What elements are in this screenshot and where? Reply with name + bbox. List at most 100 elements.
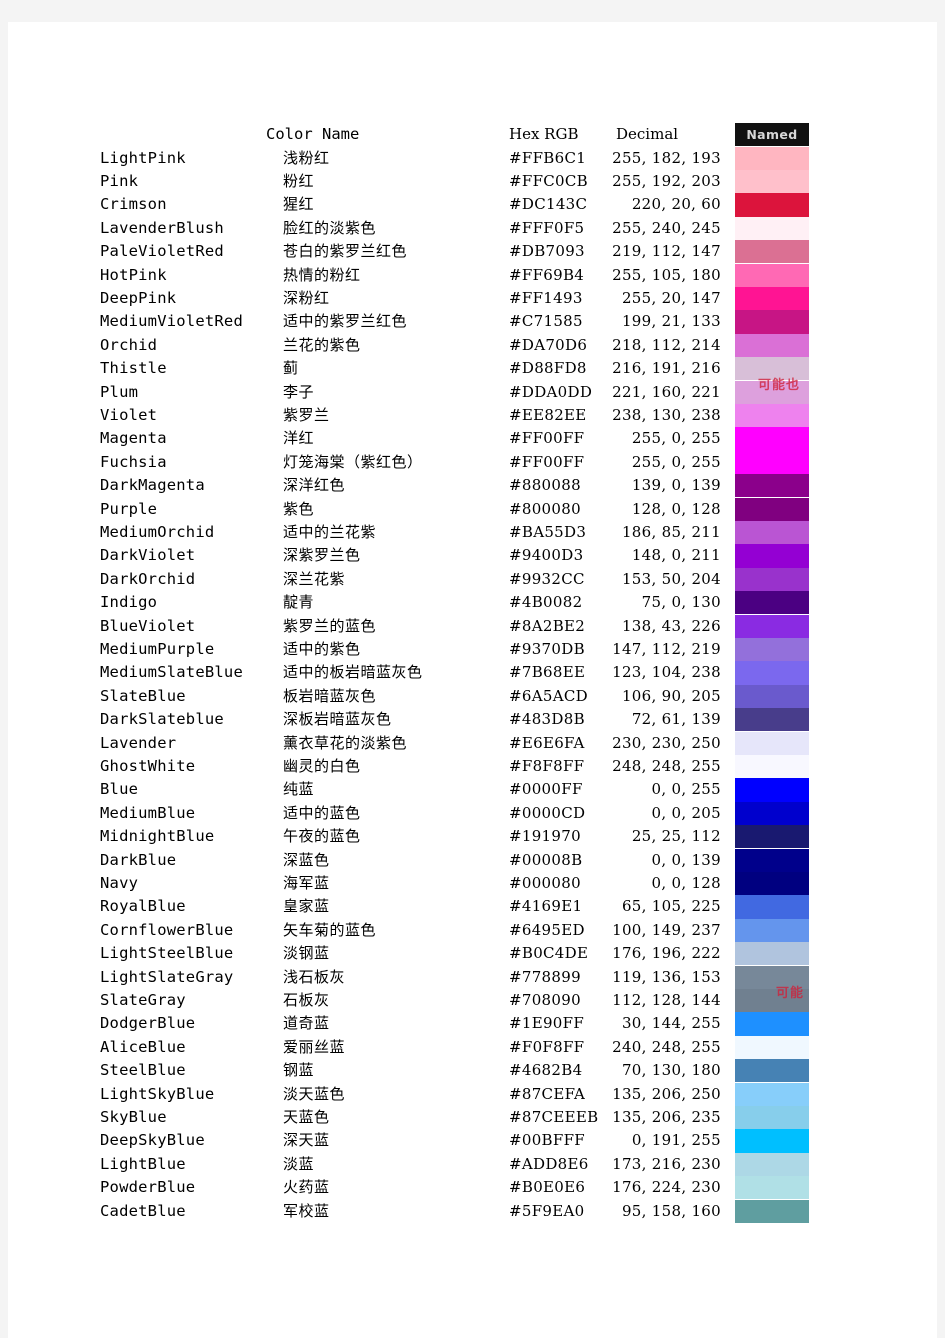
color-name-cell: Indigo — [100, 593, 158, 612]
chinese-name-cell: 午夜的蓝色 — [283, 827, 361, 846]
decimal-rgb-cell: 128, 0, 128 — [631, 499, 721, 518]
color-swatch — [735, 895, 809, 919]
chinese-name-cell: 幽灵的白色 — [283, 756, 361, 775]
color-swatch — [735, 474, 809, 498]
color-name-cell: DeepSkyBlue — [100, 1131, 205, 1150]
color-name-cell: RoyalBlue — [100, 897, 186, 916]
color-name-cell: LightSkyBlue — [100, 1084, 215, 1103]
column-header-color-name: Color Name — [266, 125, 360, 143]
color-swatch — [735, 146, 809, 170]
decimal-rgb-cell: 0, 0, 128 — [651, 873, 721, 892]
chinese-name-cell: 紫罗兰 — [283, 405, 330, 424]
decimal-rgb-cell: 176, 196, 222 — [612, 944, 721, 963]
decimal-rgb-cell: 119, 136, 153 — [612, 967, 721, 986]
color-swatch — [735, 684, 809, 709]
decimal-rgb-cell: 238, 130, 238 — [612, 405, 721, 424]
decimal-rgb-cell: 106, 90, 205 — [621, 686, 721, 705]
color-swatch — [735, 871, 809, 896]
chinese-name-cell: 适中的蓝色 — [283, 803, 361, 822]
color-name-cell: LavenderBlush — [100, 218, 224, 237]
chinese-name-cell: 李子 — [283, 382, 315, 401]
color-name-cell: DeepPink — [100, 288, 177, 307]
color-name-cell: LightSteelBlue — [100, 944, 234, 963]
chinese-name-cell: 脸红的淡紫色 — [283, 218, 377, 237]
chinese-name-cell: 浅石板灰 — [283, 967, 346, 986]
color-name-cell: Crimson — [100, 195, 167, 214]
chinese-name-cell: 猩红 — [283, 195, 315, 214]
color-swatch — [735, 403, 809, 428]
color-swatch — [735, 1035, 809, 1060]
color-swatch — [735, 520, 809, 545]
color-swatch — [735, 286, 809, 311]
chinese-name-cell: 深蓝色 — [283, 850, 330, 869]
chinese-name-cell: 浅粉红 — [283, 148, 330, 167]
chinese-name-cell: 适中的兰花紫 — [283, 522, 377, 541]
chinese-name-cell: 矢车菊的蓝色 — [283, 920, 377, 939]
color-name-cell: Lavender — [100, 733, 177, 752]
color-name-cell: PaleVioletRed — [100, 242, 224, 261]
decimal-rgb-cell: 65, 105, 225 — [621, 897, 721, 916]
chinese-name-cell: 深兰花紫 — [283, 569, 346, 588]
decimal-rgb-cell: 255, 240, 245 — [612, 218, 721, 237]
color-swatch — [735, 754, 809, 779]
decimal-rgb-cell: 230, 230, 250 — [612, 733, 721, 752]
chinese-name-cell: 灯笼海棠（紫红色） — [283, 452, 423, 471]
chinese-name-cell: 淡蓝 — [283, 1154, 315, 1173]
color-name-cell: MediumPurple — [100, 639, 215, 658]
decimal-rgb-cell: 186, 85, 211 — [621, 522, 721, 541]
chinese-name-cell: 洋红 — [283, 429, 315, 448]
chinese-name-cell: 火药蓝 — [283, 1178, 330, 1197]
decimal-rgb-cell: 255, 20, 147 — [621, 288, 721, 307]
decimal-rgb-cell: 123, 104, 238 — [612, 663, 721, 682]
color-swatch — [735, 801, 809, 826]
chinese-name-cell: 深天蓝 — [283, 1131, 330, 1150]
decimal-rgb-cell: 0, 191, 255 — [631, 1131, 721, 1150]
chinese-name-cell: 深板岩暗蓝灰色 — [283, 710, 392, 729]
chinese-name-cell: 深洋红色 — [283, 476, 346, 495]
color-swatch — [735, 825, 809, 849]
chinese-name-cell: 淡天蓝色 — [283, 1084, 346, 1103]
color-name-cell: DarkViolet — [100, 546, 196, 565]
decimal-rgb-cell: 30, 144, 255 — [621, 1014, 721, 1033]
color-name-cell: Blue — [100, 780, 139, 799]
decimal-rgb-cell: 255, 0, 255 — [631, 429, 721, 448]
color-swatch — [735, 965, 809, 989]
color-swatch — [735, 333, 809, 358]
chinese-name-cell: 纯蓝 — [283, 780, 315, 799]
chinese-name-cell: 紫色 — [283, 499, 315, 518]
decimal-rgb-cell: 135, 206, 235 — [612, 1107, 721, 1126]
color-name-cell: DarkMagenta — [100, 476, 205, 495]
color-swatch — [735, 567, 809, 592]
color-swatch — [735, 357, 809, 381]
color-name-cell: DarkSlateblue — [100, 710, 224, 729]
decimal-rgb-cell: 255, 0, 255 — [631, 452, 721, 471]
color-name-cell: CadetBlue — [100, 1201, 186, 1220]
color-swatch — [735, 1059, 809, 1083]
color-swatch — [735, 778, 809, 802]
color-swatch — [735, 497, 809, 521]
decimal-rgb-cell: 147, 112, 219 — [612, 639, 721, 658]
color-name-cell: MediumVioletRed — [100, 312, 243, 331]
color-name-cell: MediumOrchid — [100, 522, 215, 541]
decimal-rgb-cell: 176, 224, 230 — [612, 1178, 721, 1197]
color-swatch — [735, 1129, 809, 1153]
chinese-name-cell: 适中的紫罗兰红色 — [283, 312, 408, 331]
decimal-rgb-cell: 95, 158, 160 — [621, 1201, 721, 1220]
color-name-cell: SteelBlue — [100, 1061, 186, 1080]
color-swatch — [735, 1176, 809, 1200]
decimal-rgb-cell: 240, 248, 255 — [612, 1037, 721, 1056]
color-name-cell: MediumBlue — [100, 803, 196, 822]
decimal-rgb-cell: 0, 0, 205 — [651, 803, 721, 822]
decimal-rgb-cell: 70, 130, 180 — [621, 1061, 721, 1080]
column-header-decimal: Decimal — [616, 125, 679, 143]
color-name-cell: Purple — [100, 499, 158, 518]
color-name-cell: BlueViolet — [100, 616, 196, 635]
color-name-cell: Pink — [100, 171, 139, 190]
chinese-name-cell: 爱丽丝蓝 — [283, 1037, 346, 1056]
color-swatch — [735, 1152, 809, 1177]
chinese-name-cell: 苍白的紫罗兰红色 — [283, 242, 408, 261]
chinese-name-cell: 深紫罗兰色 — [283, 546, 361, 565]
color-name-cell: MediumSlateBlue — [100, 663, 243, 682]
color-name-cell: AliceBlue — [100, 1037, 186, 1056]
decimal-rgb-cell: 216, 191, 216 — [612, 359, 721, 378]
